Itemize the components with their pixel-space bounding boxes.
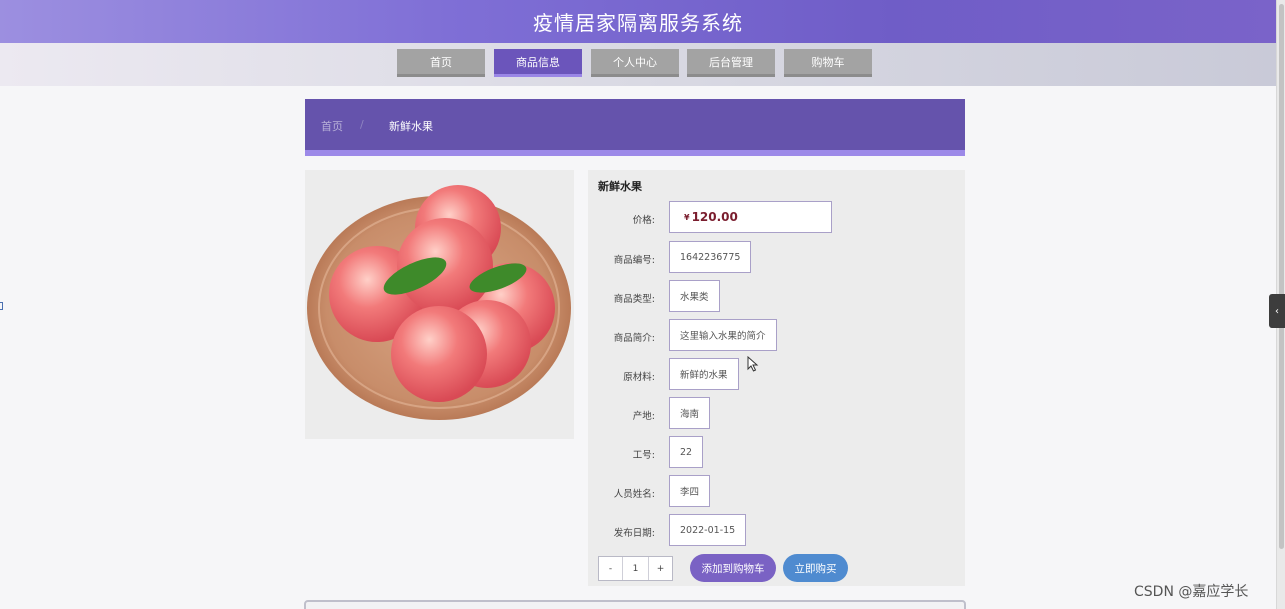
nav-admin[interactable]: 后台管理 bbox=[687, 49, 775, 77]
publish-date-label: 发布日期: bbox=[613, 528, 655, 539]
price-label: 价格: bbox=[632, 215, 655, 226]
product-number-label: 商品编号: bbox=[613, 255, 655, 266]
staff-id-label: 工号: bbox=[632, 450, 655, 461]
raw-material-label: 原材料: bbox=[623, 372, 655, 383]
quantity-plus-button[interactable]: + bbox=[649, 557, 672, 580]
breadcrumb-separator: / bbox=[360, 118, 364, 131]
content-section-below bbox=[304, 600, 966, 609]
scrollbar-thumb[interactable] bbox=[1279, 4, 1284, 549]
staff-name-value: 李四 bbox=[669, 475, 711, 507]
left-edge-marker bbox=[0, 302, 3, 310]
nav-home[interactable]: 首页 bbox=[397, 49, 485, 77]
quantity-minus-button[interactable]: - bbox=[599, 557, 622, 580]
staff-id-value: 22 bbox=[669, 436, 704, 468]
product-name: 新鲜水果 bbox=[598, 180, 642, 193]
side-toggle-icon[interactable]: ‹ bbox=[1269, 294, 1285, 328]
nav-product-info[interactable]: 商品信息 bbox=[494, 49, 582, 77]
site-title: 疫情居家隔离服务系统 bbox=[533, 11, 743, 35]
buy-now-button[interactable]: 立即购买 bbox=[783, 554, 848, 582]
product-intro-value: 这里输入水果的简介 bbox=[669, 319, 777, 351]
watermark: CSDN @嘉应学长 bbox=[1134, 584, 1249, 600]
product-detail-panel: 新鲜水果 价格: ¥ 120.00 商品编号: 1642236775 商品类型:… bbox=[588, 170, 965, 586]
breadcrumb-home-link[interactable]: 首页 bbox=[321, 118, 343, 134]
quantity-input[interactable]: 1 bbox=[622, 557, 649, 580]
breadcrumb: 首页 / 新鲜水果 bbox=[305, 99, 965, 156]
publish-date-value: 2022-01-15 bbox=[669, 514, 747, 546]
peaches-on-plate-icon bbox=[307, 185, 571, 420]
price-amount: 120.00 bbox=[691, 210, 738, 224]
product-intro-label: 商品简介: bbox=[613, 333, 655, 344]
price-value: ¥ 120.00 bbox=[669, 201, 832, 233]
origin-value: 海南 bbox=[669, 397, 711, 429]
nav-cart[interactable]: 购物车 bbox=[784, 49, 872, 77]
raw-material-value: 新鲜的水果 bbox=[669, 358, 739, 390]
currency-symbol: ¥ bbox=[684, 212, 690, 222]
add-to-cart-button[interactable]: 添加到购物车 bbox=[690, 554, 776, 582]
breadcrumb-current: 新鲜水果 bbox=[389, 120, 433, 133]
product-type-value: 水果类 bbox=[669, 280, 720, 312]
nav-bar: 首页 商品信息 个人中心 后台管理 购物车 bbox=[0, 43, 1276, 86]
product-image bbox=[305, 170, 574, 439]
quantity-stepper: - 1 + bbox=[598, 556, 673, 581]
mouse-cursor-icon bbox=[747, 355, 759, 376]
staff-name-label: 人员姓名: bbox=[613, 489, 655, 500]
origin-label: 产地: bbox=[632, 411, 655, 422]
product-number-value: 1642236775 bbox=[669, 241, 752, 273]
site-header: 疫情居家隔离服务系统 bbox=[0, 0, 1276, 43]
nav-personal-center[interactable]: 个人中心 bbox=[591, 49, 679, 77]
product-type-label: 商品类型: bbox=[613, 294, 655, 305]
